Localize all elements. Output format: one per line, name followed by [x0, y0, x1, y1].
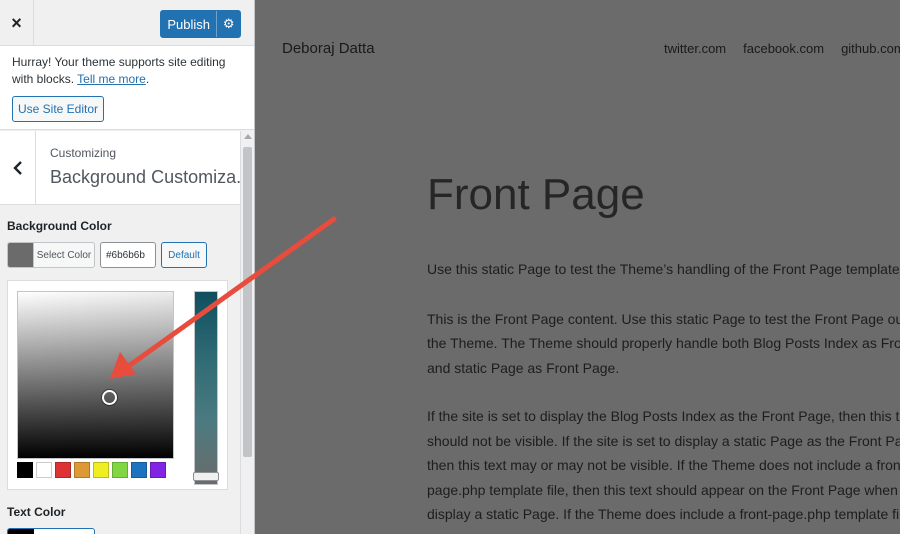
hue-slider-handle[interactable]: [193, 472, 219, 481]
paragraph-line: and static Page as Front Page.: [427, 360, 620, 376]
site-editing-notice: Hurray! Your theme supports site editing…: [0, 46, 254, 130]
publish-button[interactable]: Publish ⚙: [160, 10, 241, 38]
paragraph-line: If the site is set to display the Blog P…: [427, 408, 900, 424]
palette-swatch[interactable]: [74, 462, 90, 478]
current-color-swatch: [8, 243, 34, 267]
palette-swatch[interactable]: [17, 462, 33, 478]
palette-swatch[interactable]: [93, 462, 109, 478]
paragraph-line: Use this static Page to test the Theme’s…: [427, 261, 900, 277]
publish-label: Publish: [167, 16, 210, 32]
paragraph-line: display a static Page. If the Theme does…: [427, 506, 900, 522]
close-icon[interactable]: ×: [0, 0, 34, 46]
tell-me-more-link[interactable]: Tell me more: [77, 72, 146, 86]
social-link-facebook[interactable]: facebook.com: [743, 41, 824, 56]
color-picker-handle[interactable]: [102, 390, 117, 405]
palette-swatch[interactable]: [36, 462, 52, 478]
sidebar-scrollbar[interactable]: [240, 131, 254, 534]
social-links: twitter.com facebook.com github.com: [664, 41, 900, 56]
default-color-button[interactable]: Default: [161, 242, 207, 268]
site-title[interactable]: Deboraj Datta: [282, 40, 375, 57]
background-color-label: Background Color: [7, 219, 112, 233]
hex-color-input[interactable]: [100, 242, 156, 268]
customizer-header: × Publish ⚙: [0, 0, 254, 46]
select-color-label: Select Color: [36, 249, 92, 261]
palette-swatch[interactable]: [131, 462, 147, 478]
select-color-button[interactable]: Select Color: [7, 242, 95, 268]
text-color-swatch: [8, 529, 34, 534]
customizer-sidebar: × Publish ⚙ Hurray! Your theme supports …: [0, 0, 255, 534]
social-link-github[interactable]: github.com: [841, 41, 900, 56]
section-title: Background Customiza...: [50, 167, 252, 187]
palette-swatch[interactable]: [112, 462, 128, 478]
paragraph-line: This is the Front Page content. Use this…: [427, 311, 900, 327]
text-color-select-button[interactable]: [7, 528, 95, 534]
paragraph-line: should not be visible. If the site is se…: [427, 433, 900, 449]
palette-swatch[interactable]: [55, 462, 71, 478]
site-preview: Deboraj Datta twitter.com facebook.com g…: [255, 0, 900, 534]
text-color-label: Text Color: [7, 505, 66, 519]
scroll-up-arrow-icon[interactable]: [244, 134, 252, 139]
back-button[interactable]: [0, 131, 36, 205]
paragraph-line: then this text may or may not be visible…: [427, 457, 900, 473]
section-header: Customizing Background Customiza...: [0, 131, 251, 205]
notice-text: Hurray! Your theme supports site editing…: [12, 55, 226, 86]
scrollbar-thumb[interactable]: [243, 147, 252, 457]
chevron-left-icon: [12, 161, 22, 175]
gear-icon[interactable]: ⚙: [216, 11, 240, 37]
social-link-twitter[interactable]: twitter.com: [664, 41, 726, 56]
paragraph-line: page.php template file, then this text s…: [427, 482, 900, 498]
customizing-label: Customizing: [50, 146, 117, 160]
use-site-editor-button[interactable]: Use Site Editor: [12, 96, 104, 122]
saturation-value-square[interactable]: [17, 291, 174, 459]
paragraph-line: the Theme. The Theme should properly han…: [427, 335, 900, 351]
palette-swatch[interactable]: [150, 462, 166, 478]
color-palette: [17, 462, 166, 478]
color-picker: [7, 280, 228, 490]
hue-slider[interactable]: [193, 291, 219, 485]
page-title: Front Page: [427, 170, 645, 219]
